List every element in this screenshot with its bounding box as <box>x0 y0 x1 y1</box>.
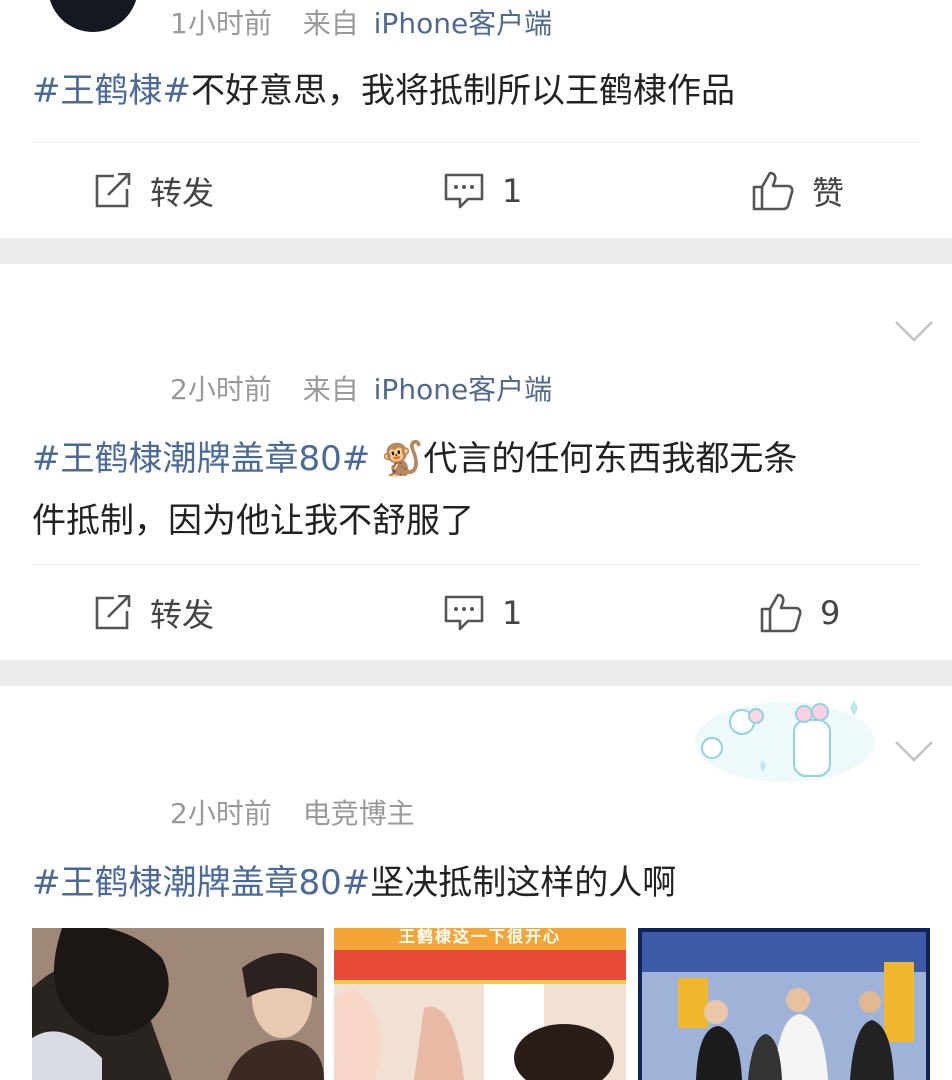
like-label: 赞 <box>812 174 845 212</box>
source-prefix: 来自 <box>302 7 359 40</box>
weibo-post-2: 2小时前 来自 iPhone客户端 #王鹤棣潮牌盖章80# 🐒代言的任何东西我都… <box>0 264 952 660</box>
hashtag-link[interactable]: #王鹤棣# <box>32 71 191 111</box>
action-bar: 转发 1 9 <box>0 578 952 648</box>
airport-photo-thumbnail[interactable] <box>638 928 930 1080</box>
weibo-post-1: 1小时前 来自 iPhone客户端 #王鹤棣#不好意思，我将抵制所以王鹤棣作品 … <box>0 0 952 238</box>
post-separator <box>0 238 952 264</box>
post-time: 2小时前 <box>170 797 272 830</box>
source-link[interactable]: iPhone客户端 <box>374 373 553 406</box>
thumbnail-caption: 王鹤棣这一下很开心 <box>398 928 561 946</box>
post-meta: 1小时前 来自 iPhone客户端 <box>170 2 552 42</box>
variety-show-thumbnail[interactable]: 王鹤棣这一下很开心 <box>334 928 626 1080</box>
comment-count: 1 <box>502 594 523 632</box>
thumbs-up-icon <box>752 171 794 211</box>
hashtag-link[interactable]: #王鹤棣潮牌盖章80# <box>32 863 370 903</box>
post-text: #王鹤棣潮牌盖章80#坚决抵制这样的人啊 <box>32 852 924 914</box>
post-text: #王鹤棣#不好意思，我将抵制所以王鹤棣作品 <box>32 60 924 122</box>
comment-icon <box>444 594 484 632</box>
repost-icon <box>94 173 132 209</box>
post-meta: 2小时前 电竞博主 <box>170 792 415 832</box>
divider <box>32 142 920 143</box>
drama-still-thumbnail[interactable] <box>32 928 324 1080</box>
repost-label: 转发 <box>150 174 215 212</box>
thumbs-up-icon <box>760 593 802 633</box>
repost-button[interactable]: 转发 <box>94 578 214 648</box>
comment-count: 1 <box>502 172 523 210</box>
source-label: 电竞博主 <box>302 797 415 830</box>
comment-button[interactable]: 1 <box>444 578 522 648</box>
post-body: 坚决抵制这样的人啊 <box>370 863 677 903</box>
source-link[interactable]: iPhone客户端 <box>374 7 553 40</box>
action-bar: 转发 1 赞 <box>0 156 952 226</box>
repost-button[interactable]: 转发 <box>94 156 214 226</box>
comment-icon <box>444 172 484 210</box>
cartoon-sticker-image <box>690 692 880 788</box>
post-text: #王鹤棣潮牌盖章80# 🐒代言的任何东西我都无条 件抵制，因为他让我不舒服了 <box>32 428 924 552</box>
repost-label: 转发 <box>150 596 215 634</box>
hashtag-link[interactable]: #王鹤棣潮牌盖章80# <box>32 439 370 479</box>
like-button[interactable]: 9 <box>760 578 840 648</box>
chevron-down-icon[interactable] <box>894 320 934 344</box>
post-body-line2: 件抵制，因为他让我不舒服了 <box>32 501 474 541</box>
chevron-down-icon[interactable] <box>894 740 934 764</box>
post-body: 不好意思，我将抵制所以王鹤棣作品 <box>190 71 735 111</box>
post-time: 1小时前 <box>170 7 272 40</box>
like-count: 9 <box>820 594 841 632</box>
avatar[interactable] <box>48 0 138 32</box>
post-time: 2小时前 <box>170 373 272 406</box>
source-prefix: 来自 <box>302 373 359 406</box>
repost-icon <box>94 595 132 631</box>
post-separator <box>0 660 952 686</box>
post-meta: 2小时前 来自 iPhone客户端 <box>170 368 552 408</box>
divider <box>32 564 920 565</box>
like-button[interactable]: 赞 <box>752 156 844 226</box>
monkey-emoji: 🐒 <box>381 439 424 479</box>
post-image-grid: 王鹤棣这一下很开心 <box>32 928 930 1080</box>
post-body-line1: 代言的任何东西我都无条 <box>423 439 798 479</box>
comment-button[interactable]: 1 <box>444 156 522 226</box>
